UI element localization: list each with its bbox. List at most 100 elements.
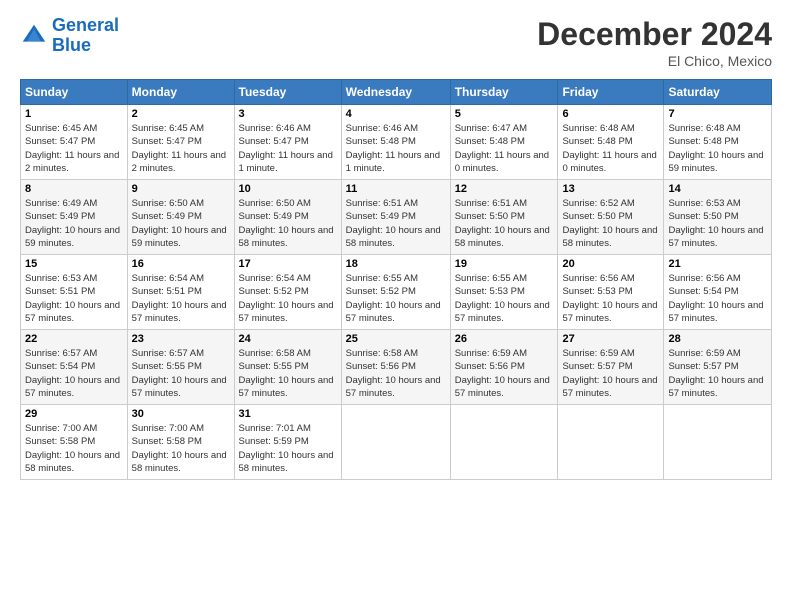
title-area: December 2024 El Chico, Mexico (537, 16, 772, 69)
day-number: 28 (668, 333, 767, 345)
calendar-header-row: Sunday Monday Tuesday Wednesday Thursday… (21, 80, 772, 105)
day-number: 17 (239, 258, 337, 270)
empty-cell (450, 405, 558, 480)
day-number: 5 (455, 108, 554, 120)
day-detail: Sunrise: 6:47 AMSunset: 5:48 PMDaylight:… (455, 123, 549, 174)
day-detail: Sunrise: 6:48 AMSunset: 5:48 PMDaylight:… (668, 123, 763, 174)
calendar-table: Sunday Monday Tuesday Wednesday Thursday… (20, 79, 772, 480)
col-sunday: Sunday (21, 80, 128, 105)
day-detail: Sunrise: 7:00 AMSunset: 5:58 PMDaylight:… (132, 423, 227, 474)
page-header: General Blue December 2024 El Chico, Mex… (20, 16, 772, 69)
logo: General Blue (20, 16, 119, 56)
day-number: 14 (668, 183, 767, 195)
calendar-day-cell: 3 Sunrise: 6:46 AMSunset: 5:47 PMDayligh… (234, 105, 341, 180)
calendar-week-row: 29 Sunrise: 7:00 AMSunset: 5:58 PMDaylig… (21, 405, 772, 480)
calendar-day-cell: 30 Sunrise: 7:00 AMSunset: 5:58 PMDaylig… (127, 405, 234, 480)
day-detail: Sunrise: 6:50 AMSunset: 5:49 PMDaylight:… (132, 198, 227, 249)
day-number: 4 (346, 108, 446, 120)
calendar-day-cell: 22 Sunrise: 6:57 AMSunset: 5:54 PMDaylig… (21, 330, 128, 405)
day-number: 12 (455, 183, 554, 195)
day-number: 1 (25, 108, 123, 120)
calendar-day-cell: 7 Sunrise: 6:48 AMSunset: 5:48 PMDayligh… (664, 105, 772, 180)
day-detail: Sunrise: 6:56 AMSunset: 5:54 PMDaylight:… (668, 273, 763, 324)
day-detail: Sunrise: 6:52 AMSunset: 5:50 PMDaylight:… (562, 198, 657, 249)
day-detail: Sunrise: 6:57 AMSunset: 5:55 PMDaylight:… (132, 348, 227, 399)
location: El Chico, Mexico (537, 53, 772, 69)
day-detail: Sunrise: 6:54 AMSunset: 5:52 PMDaylight:… (239, 273, 334, 324)
day-number: 13 (562, 183, 659, 195)
month-title: December 2024 (537, 16, 772, 53)
calendar-day-cell: 29 Sunrise: 7:00 AMSunset: 5:58 PMDaylig… (21, 405, 128, 480)
calendar-day-cell: 10 Sunrise: 6:50 AMSunset: 5:49 PMDaylig… (234, 180, 341, 255)
day-detail: Sunrise: 6:59 AMSunset: 5:57 PMDaylight:… (668, 348, 763, 399)
calendar-week-row: 15 Sunrise: 6:53 AMSunset: 5:51 PMDaylig… (21, 255, 772, 330)
day-detail: Sunrise: 7:01 AMSunset: 5:59 PMDaylight:… (239, 423, 334, 474)
calendar-day-cell: 28 Sunrise: 6:59 AMSunset: 5:57 PMDaylig… (664, 330, 772, 405)
calendar-day-cell: 16 Sunrise: 6:54 AMSunset: 5:51 PMDaylig… (127, 255, 234, 330)
col-tuesday: Tuesday (234, 80, 341, 105)
col-wednesday: Wednesday (341, 80, 450, 105)
day-number: 26 (455, 333, 554, 345)
day-detail: Sunrise: 6:59 AMSunset: 5:57 PMDaylight:… (562, 348, 657, 399)
calendar-day-cell: 12 Sunrise: 6:51 AMSunset: 5:50 PMDaylig… (450, 180, 558, 255)
calendar-day-cell: 20 Sunrise: 6:56 AMSunset: 5:53 PMDaylig… (558, 255, 664, 330)
calendar-day-cell: 17 Sunrise: 6:54 AMSunset: 5:52 PMDaylig… (234, 255, 341, 330)
day-number: 31 (239, 408, 337, 420)
day-number: 27 (562, 333, 659, 345)
calendar-day-cell: 9 Sunrise: 6:50 AMSunset: 5:49 PMDayligh… (127, 180, 234, 255)
day-number: 11 (346, 183, 446, 195)
calendar-day-cell: 8 Sunrise: 6:49 AMSunset: 5:49 PMDayligh… (21, 180, 128, 255)
calendar-day-cell: 1 Sunrise: 6:45 AMSunset: 5:47 PMDayligh… (21, 105, 128, 180)
day-detail: Sunrise: 6:45 AMSunset: 5:47 PMDaylight:… (132, 123, 226, 174)
day-number: 24 (239, 333, 337, 345)
day-number: 6 (562, 108, 659, 120)
day-detail: Sunrise: 6:55 AMSunset: 5:53 PMDaylight:… (455, 273, 550, 324)
page-container: General Blue December 2024 El Chico, Mex… (0, 0, 792, 490)
calendar-day-cell: 2 Sunrise: 6:45 AMSunset: 5:47 PMDayligh… (127, 105, 234, 180)
day-detail: Sunrise: 6:49 AMSunset: 5:49 PMDaylight:… (25, 198, 120, 249)
day-detail: Sunrise: 6:55 AMSunset: 5:52 PMDaylight:… (346, 273, 441, 324)
calendar-day-cell: 14 Sunrise: 6:53 AMSunset: 5:50 PMDaylig… (664, 180, 772, 255)
calendar-day-cell: 24 Sunrise: 6:58 AMSunset: 5:55 PMDaylig… (234, 330, 341, 405)
day-number: 19 (455, 258, 554, 270)
calendar-day-cell: 13 Sunrise: 6:52 AMSunset: 5:50 PMDaylig… (558, 180, 664, 255)
day-number: 9 (132, 183, 230, 195)
logo-icon (20, 22, 48, 50)
calendar-day-cell: 18 Sunrise: 6:55 AMSunset: 5:52 PMDaylig… (341, 255, 450, 330)
day-detail: Sunrise: 6:53 AMSunset: 5:50 PMDaylight:… (668, 198, 763, 249)
calendar-day-cell: 26 Sunrise: 6:59 AMSunset: 5:56 PMDaylig… (450, 330, 558, 405)
day-number: 21 (668, 258, 767, 270)
day-number: 2 (132, 108, 230, 120)
empty-cell (558, 405, 664, 480)
calendar-day-cell: 23 Sunrise: 6:57 AMSunset: 5:55 PMDaylig… (127, 330, 234, 405)
day-detail: Sunrise: 6:54 AMSunset: 5:51 PMDaylight:… (132, 273, 227, 324)
calendar-day-cell: 6 Sunrise: 6:48 AMSunset: 5:48 PMDayligh… (558, 105, 664, 180)
day-detail: Sunrise: 6:57 AMSunset: 5:54 PMDaylight:… (25, 348, 120, 399)
day-number: 15 (25, 258, 123, 270)
calendar-day-cell: 31 Sunrise: 7:01 AMSunset: 5:59 PMDaylig… (234, 405, 341, 480)
calendar-day-cell: 19 Sunrise: 6:55 AMSunset: 5:53 PMDaylig… (450, 255, 558, 330)
calendar-day-cell: 25 Sunrise: 6:58 AMSunset: 5:56 PMDaylig… (341, 330, 450, 405)
day-number: 22 (25, 333, 123, 345)
day-number: 20 (562, 258, 659, 270)
day-number: 30 (132, 408, 230, 420)
day-number: 8 (25, 183, 123, 195)
col-saturday: Saturday (664, 80, 772, 105)
day-detail: Sunrise: 6:59 AMSunset: 5:56 PMDaylight:… (455, 348, 550, 399)
day-number: 18 (346, 258, 446, 270)
day-detail: Sunrise: 6:58 AMSunset: 5:56 PMDaylight:… (346, 348, 441, 399)
day-detail: Sunrise: 6:51 AMSunset: 5:49 PMDaylight:… (346, 198, 441, 249)
day-number: 3 (239, 108, 337, 120)
empty-cell (664, 405, 772, 480)
calendar-day-cell: 11 Sunrise: 6:51 AMSunset: 5:49 PMDaylig… (341, 180, 450, 255)
calendar-week-row: 22 Sunrise: 6:57 AMSunset: 5:54 PMDaylig… (21, 330, 772, 405)
day-detail: Sunrise: 6:50 AMSunset: 5:49 PMDaylight:… (239, 198, 334, 249)
day-number: 23 (132, 333, 230, 345)
day-detail: Sunrise: 6:58 AMSunset: 5:55 PMDaylight:… (239, 348, 334, 399)
day-number: 25 (346, 333, 446, 345)
calendar-day-cell: 4 Sunrise: 6:46 AMSunset: 5:48 PMDayligh… (341, 105, 450, 180)
day-detail: Sunrise: 6:56 AMSunset: 5:53 PMDaylight:… (562, 273, 657, 324)
calendar-week-row: 1 Sunrise: 6:45 AMSunset: 5:47 PMDayligh… (21, 105, 772, 180)
day-number: 16 (132, 258, 230, 270)
calendar-day-cell: 5 Sunrise: 6:47 AMSunset: 5:48 PMDayligh… (450, 105, 558, 180)
